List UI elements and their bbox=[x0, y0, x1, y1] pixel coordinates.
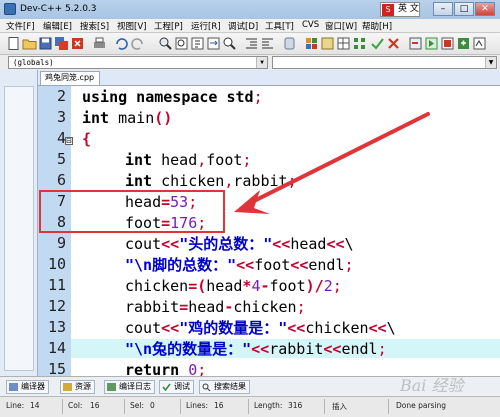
save-icon[interactable] bbox=[38, 36, 53, 51]
toolbar bbox=[0, 33, 500, 55]
run-icon[interactable] bbox=[424, 36, 439, 51]
status-length-label: Length: bbox=[254, 401, 283, 410]
member-dropdown[interactable]: ▼ bbox=[272, 56, 497, 69]
status-lines-value: 16 bbox=[214, 401, 224, 410]
clear-icon[interactable] bbox=[386, 36, 401, 51]
status-divider bbox=[124, 399, 125, 414]
tab-compiler[interactable]: 编译器 bbox=[6, 380, 49, 394]
tab-search-results[interactable]: 搜索结果 bbox=[199, 380, 250, 394]
menu-debug[interactable]: 调试[D] bbox=[228, 20, 258, 32]
tab-debug[interactable]: 调试 bbox=[159, 380, 194, 394]
status-bar: Line: 14 Col: 16 Sel: 0 Lines: 16 Length… bbox=[0, 396, 500, 417]
rebuild-icon[interactable] bbox=[456, 36, 471, 51]
status-message: Done parsing bbox=[396, 401, 447, 410]
status-divider bbox=[62, 399, 63, 414]
tab-label: 编译器 bbox=[21, 382, 45, 391]
chevron-down-icon: ▼ bbox=[256, 57, 267, 68]
status-sel-value: 0 bbox=[150, 401, 155, 410]
tab-label: 资源 bbox=[75, 382, 91, 391]
zoom-icon[interactable] bbox=[222, 36, 237, 51]
status-length-value: 316 bbox=[288, 401, 303, 410]
menu-help[interactable]: 帮助[H] bbox=[362, 20, 392, 32]
menu-view[interactable]: 视图[V] bbox=[117, 20, 146, 32]
scope-bar: (globals) ▼ ▼ bbox=[0, 55, 500, 70]
replace-icon[interactable] bbox=[174, 36, 189, 51]
close-button[interactable]: ✕ bbox=[475, 2, 495, 16]
menu-search[interactable]: 搜索[S] bbox=[80, 20, 109, 32]
bookmark-icon[interactable] bbox=[282, 36, 297, 51]
status-line-label: Line: bbox=[6, 401, 25, 410]
code-editor[interactable]: 2 3 4 5 6 7 8 9 10 11 12 13 14 15 ⊟ usin… bbox=[38, 85, 500, 376]
tab-compile-log[interactable]: 编译日志 bbox=[104, 380, 155, 394]
status-insert-mode: 插入 bbox=[332, 402, 347, 411]
menu-cvs[interactable]: CVS bbox=[302, 20, 319, 30]
status-col-label: Col: bbox=[68, 401, 83, 410]
minimize-button[interactable]: – bbox=[433, 2, 453, 16]
menu-tools[interactable]: 工具[T] bbox=[265, 20, 294, 32]
find-icon[interactable] bbox=[158, 36, 173, 51]
window-title: Dev-C++ 5.2.0.3 bbox=[20, 4, 97, 14]
maximize-button[interactable]: □ bbox=[454, 2, 474, 16]
scope-dropdown[interactable]: (globals) ▼ bbox=[8, 56, 268, 69]
goto-line-icon[interactable] bbox=[206, 36, 221, 51]
status-sel-label: Sel: bbox=[130, 401, 144, 410]
open-folder-icon[interactable] bbox=[22, 36, 37, 51]
log-icon bbox=[107, 383, 116, 391]
redo-icon[interactable] bbox=[130, 36, 145, 51]
save-all-icon[interactable] bbox=[54, 36, 69, 51]
annotation-arrow-icon bbox=[234, 112, 430, 214]
menu-file[interactable]: 文件[F] bbox=[6, 20, 35, 32]
debug-icon[interactable] bbox=[472, 36, 487, 51]
class-browser-icon[interactable] bbox=[320, 36, 335, 51]
menu-bar: 文件[F] 编辑[E] 搜索[S] 视图[V] 工程[P] 运行[R] 调试[D… bbox=[0, 19, 500, 33]
ime-indicator[interactable]: S 英 文 bbox=[380, 2, 420, 17]
ime-logo-icon: S bbox=[382, 4, 394, 16]
status-divider bbox=[180, 399, 181, 414]
menu-edit[interactable]: 编辑[E] bbox=[43, 20, 72, 32]
find-next-icon[interactable] bbox=[190, 36, 205, 51]
menu-window[interactable]: 窗口[W] bbox=[325, 20, 357, 32]
grid-icon bbox=[9, 383, 18, 391]
tab-resources[interactable]: 资源 bbox=[60, 380, 95, 394]
ime-language-label: 英 文 bbox=[398, 4, 419, 14]
new-project-icon[interactable] bbox=[304, 36, 319, 51]
status-col-value: 16 bbox=[90, 401, 100, 410]
title-bar: Dev-C++ 5.2.0.3 S 英 文 – □ ✕ bbox=[0, 0, 500, 19]
undo-icon[interactable] bbox=[114, 36, 129, 51]
status-lines-label: Lines: bbox=[186, 401, 209, 410]
options-icon[interactable] bbox=[352, 36, 367, 51]
status-divider bbox=[248, 399, 249, 414]
watermark-logo: Bai 经验 bbox=[400, 376, 464, 395]
project-panel bbox=[0, 70, 38, 376]
close-file-icon[interactable] bbox=[70, 36, 85, 51]
status-line-value: 14 bbox=[30, 401, 40, 410]
tab-label: 调试 bbox=[174, 382, 190, 391]
chevron-down-icon: ▼ bbox=[485, 57, 496, 68]
search-icon bbox=[202, 383, 211, 391]
tab-file[interactable]: 鸡兔同笼.cpp bbox=[40, 71, 100, 85]
indent-icon[interactable] bbox=[244, 36, 259, 51]
compile-icon[interactable] bbox=[408, 36, 423, 51]
resource-icon bbox=[63, 383, 72, 391]
status-divider bbox=[388, 399, 389, 414]
status-divider bbox=[324, 399, 325, 414]
tab-label: 搜索结果 bbox=[214, 382, 246, 391]
editor-tab-strip: 鸡兔同笼.cpp bbox=[38, 70, 500, 85]
unindent-icon[interactable] bbox=[260, 36, 275, 51]
new-file-icon[interactable] bbox=[6, 36, 21, 51]
scope-dropdown-value: (globals) bbox=[13, 58, 54, 67]
devcpp-app-icon bbox=[4, 3, 16, 15]
print-icon[interactable] bbox=[92, 36, 107, 51]
project-tree[interactable] bbox=[4, 86, 34, 371]
menu-project[interactable]: 工程[P] bbox=[154, 20, 183, 32]
grid-icon[interactable] bbox=[336, 36, 351, 51]
menu-run[interactable]: 运行[R] bbox=[191, 20, 221, 32]
tab-label: 编译日志 bbox=[119, 382, 151, 391]
check-icon[interactable] bbox=[370, 36, 385, 51]
check-icon bbox=[162, 383, 171, 391]
compile-run-icon[interactable] bbox=[440, 36, 455, 51]
